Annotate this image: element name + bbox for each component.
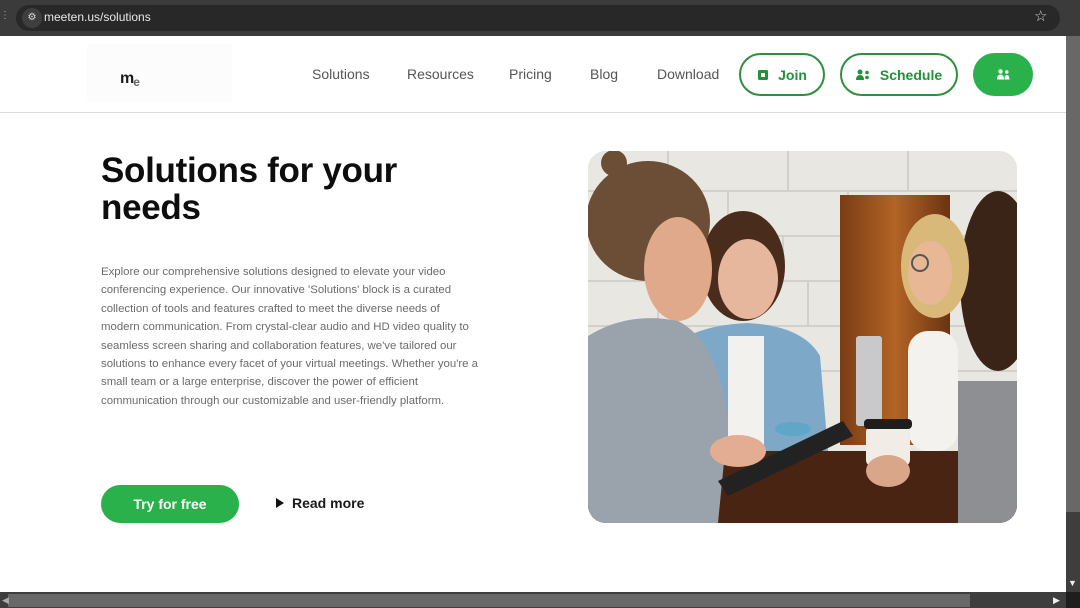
page-viewport: me Solutions Resources Pricing Blog Down… [0,36,1066,592]
logo[interactable]: me [120,70,140,89]
scrollbar-corner [1066,592,1080,608]
nav-download[interactable]: Download [657,66,719,82]
scroll-down-icon[interactable]: ▼ [1068,578,1077,588]
people-icon [996,69,1009,80]
read-more-link[interactable]: Read more [276,495,364,511]
people-icon [855,69,869,80]
vertical-scroll-thumb[interactable] [1066,36,1080,512]
team-photo [588,151,1017,523]
page-title: Solutions for your needs [101,151,397,227]
nav-solutions[interactable]: Solutions [312,66,370,82]
scroll-right-icon[interactable]: ▶ [1053,595,1060,606]
back-edge-icon: ⋮ [0,10,10,21]
logo-sub: e [133,75,140,89]
address-bar[interactable] [16,5,1060,31]
star-icon[interactable]: ☆ [1034,8,1047,26]
join-icon [758,69,769,80]
try-for-free-button[interactable]: Try for free [101,485,239,523]
tune-icon[interactable]: ⚙ [22,8,42,28]
schedule-label: Schedule [879,66,943,83]
read-more-label: Read more [292,495,365,511]
nav-pricing[interactable]: Pricing [509,66,552,82]
hero-image [588,151,1017,523]
account-button[interactable] [973,53,1033,96]
logo-main: m [120,70,134,87]
logo-container[interactable] [87,44,232,102]
join-label: Join [778,66,807,83]
browser-toolbar: ⋮ ⚙ meeten.us/solutions ☆ [0,0,1080,36]
nav-resources[interactable]: Resources [407,66,474,82]
schedule-button[interactable]: Schedule [840,53,958,96]
join-button[interactable]: Join [739,53,825,96]
horizontal-scroll-thumb[interactable] [8,594,970,607]
hero-description: Explore our comprehensive solutions desi… [101,266,478,407]
url-text[interactable]: meeten.us/solutions [44,10,151,24]
scroll-left-icon[interactable]: ◀ [2,595,9,606]
play-icon [276,498,284,508]
nav-blog[interactable]: Blog [590,66,618,82]
site-header: me Solutions Resources Pricing Blog Down… [0,36,1066,113]
